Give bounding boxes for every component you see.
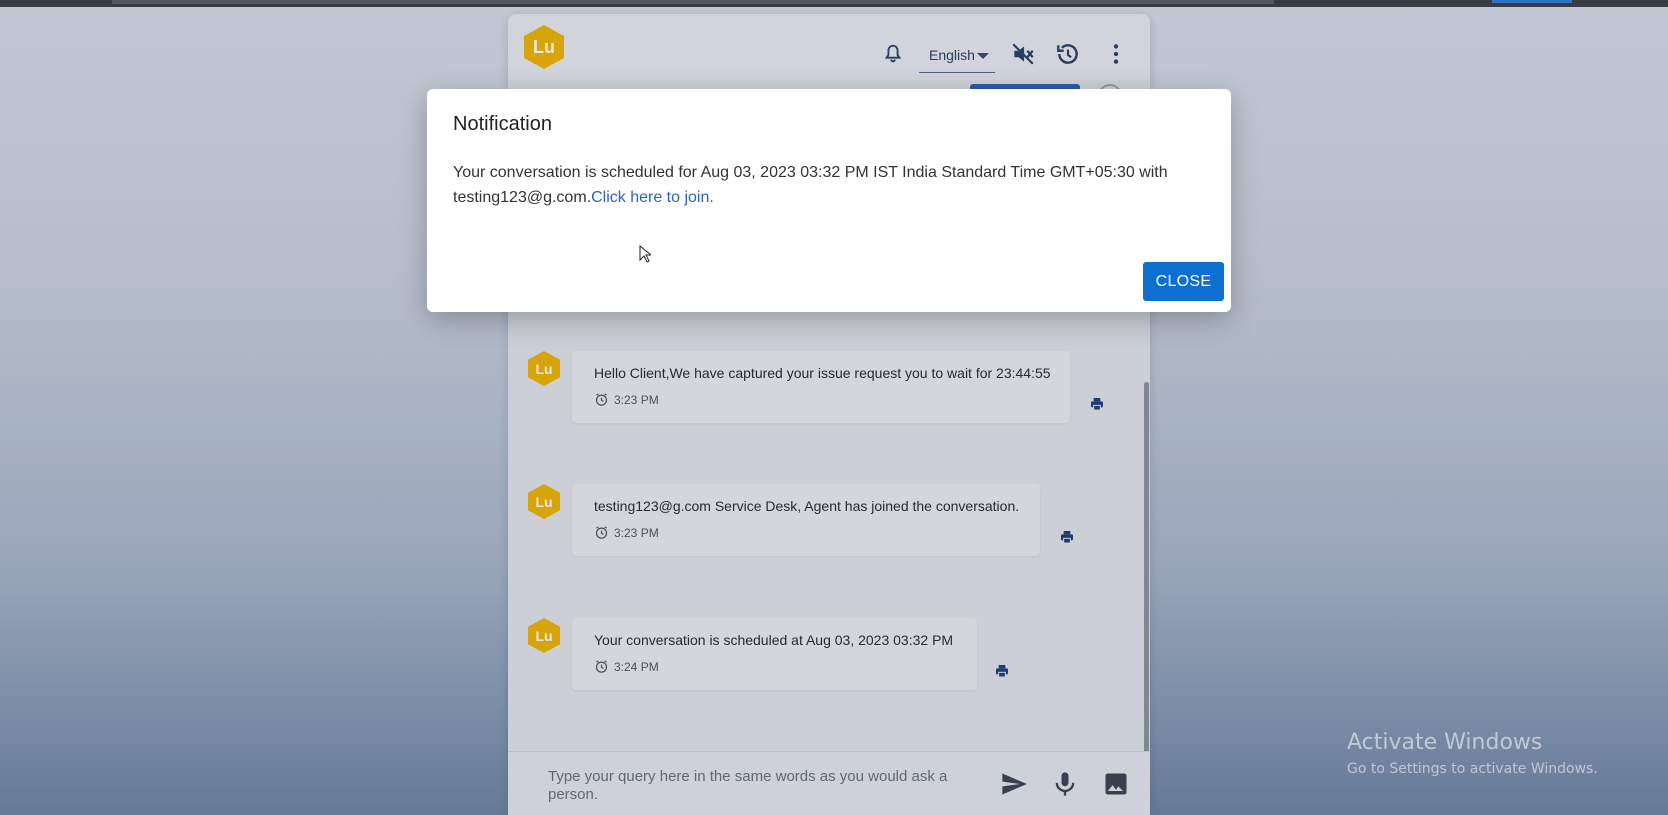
dialog-message-text: Your conversation is scheduled for Aug 0…: [453, 164, 1168, 206]
notification-dialog: Notification Your conversation is schedu…: [427, 89, 1231, 312]
join-link[interactable]: Click here to join.: [591, 189, 714, 206]
dialog-message: Your conversation is scheduled for Aug 0…: [453, 160, 1213, 210]
watermark-title: Activate Windows: [1347, 730, 1543, 755]
mouse-cursor-icon: [639, 245, 651, 263]
close-button[interactable]: CLOSE: [1143, 262, 1224, 301]
dialog-title: Notification: [453, 113, 552, 135]
activation-watermark: Activate Windows Go to Settings to activ…: [1347, 730, 1598, 777]
watermark-subtitle: Go to Settings to activate Windows.: [1347, 761, 1598, 777]
